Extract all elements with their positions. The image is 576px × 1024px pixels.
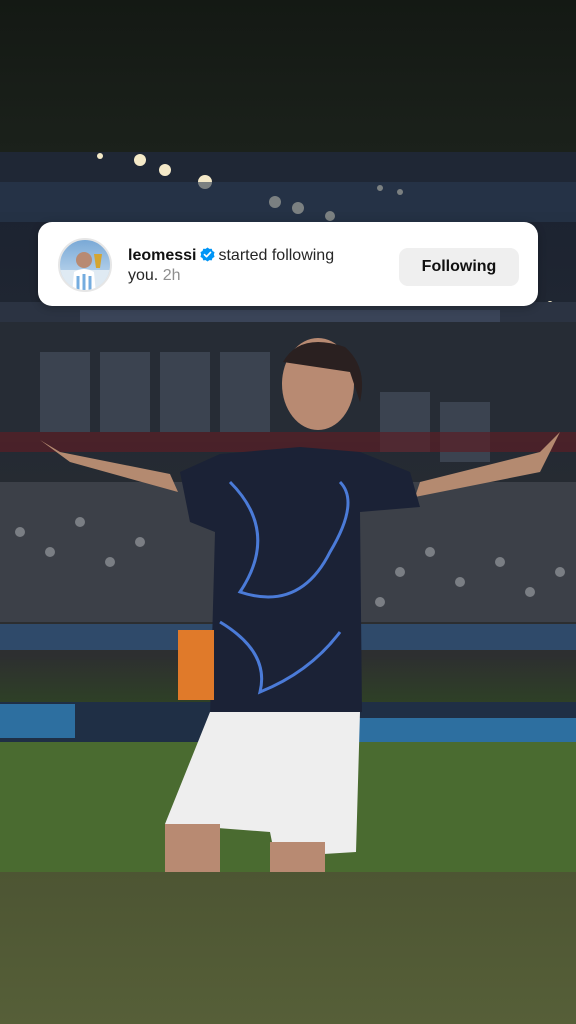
following-button[interactable]: Following [399, 248, 519, 286]
action-text: started following [218, 247, 335, 264]
timestamp: 2h [162, 267, 181, 284]
notification-text: leomessi started following you. 2h [128, 246, 388, 286]
username[interactable]: leomessi [128, 247, 196, 264]
verified-badge-icon [200, 247, 216, 262]
avatar[interactable] [58, 238, 112, 292]
top-letterbox [0, 0, 576, 152]
action-text-line2: you. [128, 267, 159, 284]
follow-notification[interactable]: leomessi started following you. 2h Follow… [38, 222, 538, 306]
bottom-letterbox [0, 872, 576, 1024]
